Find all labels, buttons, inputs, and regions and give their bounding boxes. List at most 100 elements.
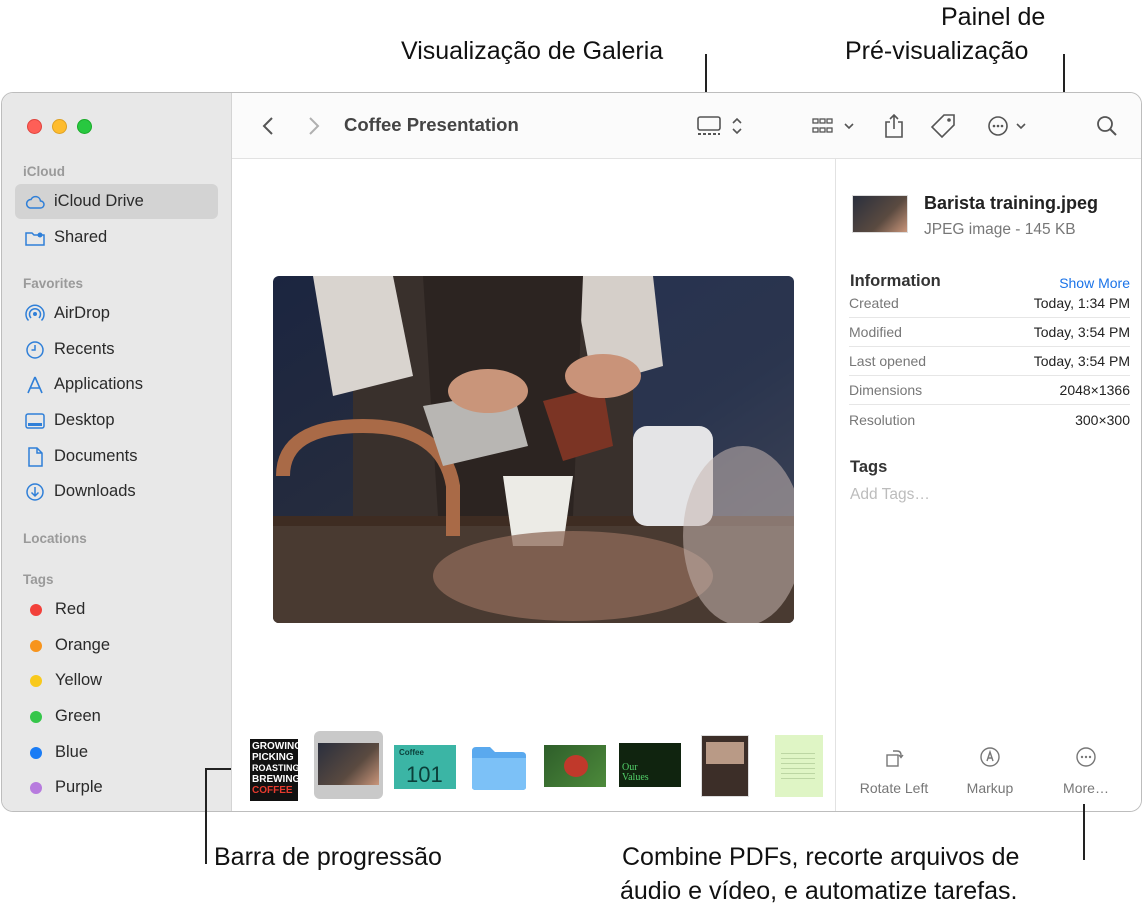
info-key: Resolution: [849, 411, 916, 428]
sidebar-tag-orange[interactable]: Orange: [15, 628, 218, 663]
tags-heading: Tags: [850, 458, 888, 476]
forward-button[interactable]: [302, 111, 326, 141]
sidebar-item-downloads[interactable]: Downloads: [15, 474, 218, 509]
rotate-left-button[interactable]: Rotate Left: [846, 744, 942, 796]
thumbnail-text: Values: [622, 772, 649, 783]
more-button[interactable]: More…: [1038, 744, 1134, 796]
scrubber-bar[interactable]: GROWING PICKING ROASTING BREWING COFFEE …: [232, 731, 835, 811]
share-button[interactable]: [880, 111, 908, 141]
info-value: 2048×1366: [1059, 382, 1130, 398]
sidebar-tag-purple[interactable]: Purple: [15, 770, 218, 805]
more-actions-button[interactable]: [984, 111, 1032, 141]
sidebar-item-label: Orange: [55, 636, 111, 654]
sidebar-item-applications[interactable]: Applications: [15, 367, 218, 402]
back-button[interactable]: [256, 111, 280, 141]
sidebar-item-label: Red: [55, 600, 86, 618]
callout-line-scrubber-vertical: [205, 768, 207, 864]
file-thumbnail: [852, 195, 908, 233]
tag-color-dot: [30, 603, 42, 616]
sidebar-item-label: Yellow: [55, 671, 103, 689]
thumbnail-text: 101: [406, 762, 443, 787]
airdrop-icon: [25, 304, 45, 324]
sidebar-section-tags: Tags: [23, 572, 54, 587]
sidebar-item-label: Applications: [54, 375, 143, 393]
ellipsis-circle-icon: [988, 116, 1026, 136]
sidebar-item-documents[interactable]: Documents: [15, 439, 218, 474]
sidebar-tag-red[interactable]: Red: [15, 592, 218, 627]
sidebar-section-icloud: iCloud: [23, 164, 65, 179]
chevron-right-icon: [309, 117, 320, 135]
thumbnail-text-line: GROWING: [252, 741, 298, 752]
share-icon: [885, 113, 903, 138]
tag-icon: [930, 114, 955, 139]
thumbnail-coffee-beans[interactable]: [544, 745, 606, 787]
markup-button[interactable]: Markup: [942, 744, 1038, 796]
file-name: Barista training.jpeg: [924, 193, 1099, 213]
info-row-last-opened: Last opened Today, 3:54 PM: [849, 347, 1130, 376]
thumbnail-image: [318, 743, 379, 785]
info-value: Today, 3:54 PM: [1033, 324, 1130, 340]
folder-icon: [472, 747, 526, 790]
minimize-window-button[interactable]: [52, 119, 67, 134]
sidebar-item-label: Recents: [54, 340, 115, 358]
selected-image-preview[interactable]: [273, 276, 794, 623]
callout-scrubber-bar: Barra de progressão: [214, 843, 442, 871]
desktop-icon: [25, 411, 45, 431]
sidebar-item-recents[interactable]: Recents: [15, 332, 218, 367]
gallery-view: GROWING PICKING ROASTING BREWING COFFEE …: [232, 159, 835, 811]
thumbnail-green-document[interactable]: [775, 735, 823, 797]
sidebar-item-icloud-drive[interactable]: iCloud Drive: [15, 184, 218, 219]
action-label: More…: [1063, 780, 1109, 796]
grid-group-icon: [812, 118, 854, 133]
thumbnail-growing-coffee[interactable]: GROWING PICKING ROASTING BREWING COFFEE: [250, 739, 298, 801]
info-row-created: Created Today, 1:34 PM: [849, 289, 1130, 318]
thumbnail-image: [781, 749, 815, 779]
info-row-dimensions: Dimensions 2048×1366: [849, 376, 1130, 405]
sidebar-item-label: Downloads: [54, 482, 136, 500]
preview-pane: Barista training.jpeg JPEG image - 145 K…: [835, 159, 1141, 811]
zoom-window-button[interactable]: [77, 119, 92, 134]
sidebar-tag-green[interactable]: Green: [15, 699, 218, 734]
sidebar-item-shared[interactable]: Shared: [15, 220, 218, 255]
download-icon: [25, 482, 45, 502]
thumbnail-our-values[interactable]: Our Values: [619, 743, 681, 787]
sidebar-tag-yellow[interactable]: Yellow: [15, 663, 218, 698]
callout-more-line-2: áudio e vídeo, e automatize tarefas.: [620, 877, 1018, 905]
tag-button[interactable]: [928, 111, 958, 141]
ellipsis-circle-icon: [1076, 747, 1096, 767]
info-key: Last opened: [849, 353, 927, 369]
add-tags-field[interactable]: Add Tags…: [850, 486, 930, 504]
sidebar-section-favorites: Favorites: [23, 276, 84, 291]
info-key: Dimensions: [849, 382, 923, 398]
sidebar-item-label: Blue: [55, 743, 89, 761]
document-icon: [25, 446, 45, 467]
thumbnail-text: Coffee: [399, 748, 424, 757]
thumbnail-barista-training-selected[interactable]: [314, 731, 383, 799]
callout-gallery-view: Visualização de Galeria: [401, 37, 664, 65]
thumbnail-folder[interactable]: [470, 745, 528, 791]
callout-line-more: [1083, 804, 1085, 860]
sidebar-item-airdrop[interactable]: AirDrop: [15, 296, 218, 331]
thumbnail-coffee-101[interactable]: Coffee 101: [394, 745, 456, 789]
sidebar-tag-blue[interactable]: Blue: [15, 735, 218, 770]
info-value: Today, 3:54 PM: [1033, 353, 1130, 369]
thumbnail-text-line: ROASTING: [252, 763, 298, 773]
tag-color-dot: [30, 746, 42, 759]
gallery-view-button[interactable]: [692, 111, 748, 141]
applications-icon: [25, 375, 45, 395]
thumbnail-text-line: BREWING: [252, 774, 298, 785]
cloud-icon: [25, 192, 45, 212]
action-label: Markup: [966, 780, 1014, 796]
search-button[interactable]: [1092, 111, 1122, 141]
info-key: Created: [849, 295, 899, 311]
finder-window: iCloud iCloud Drive Shared Favorites Air…: [1, 92, 1142, 812]
thumbnail-text-line: COFFEE: [252, 785, 293, 796]
sidebar-item-desktop[interactable]: Desktop: [15, 403, 218, 438]
thumbnail-image: [706, 742, 744, 764]
group-by-button[interactable]: [808, 111, 860, 141]
shared-folder-icon: [25, 228, 45, 248]
action-label: Rotate Left: [859, 780, 929, 796]
info-key: Modified: [849, 324, 902, 340]
thumbnail-document-photo[interactable]: [701, 735, 749, 797]
close-window-button[interactable]: [27, 119, 42, 134]
